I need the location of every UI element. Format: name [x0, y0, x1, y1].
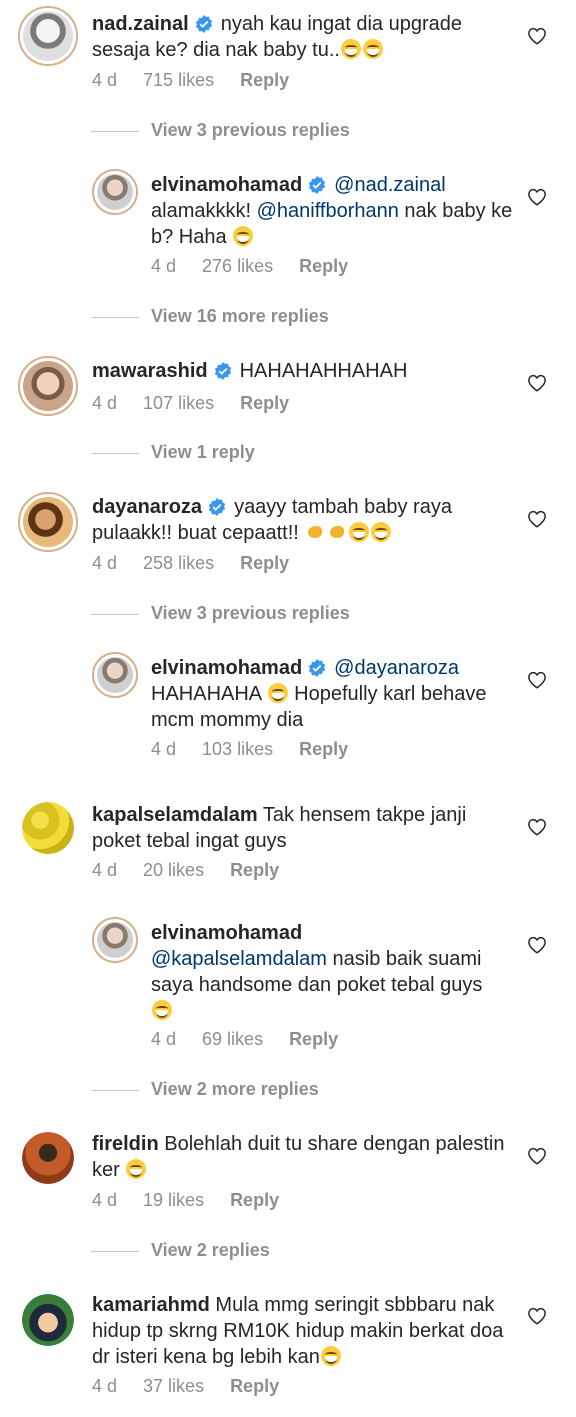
divider: [91, 1090, 139, 1091]
divider: [91, 1251, 139, 1252]
heart-outline-icon[interactable]: [527, 818, 547, 836]
mention-link[interactable]: @kapalselamdalam: [151, 948, 327, 970]
comment-text: dayanaroza yaayy tambah baby raya pulaakk…: [92, 496, 452, 544]
reply-button[interactable]: Reply: [230, 1190, 279, 1211]
avatar[interactable]: [18, 492, 78, 552]
grin-emoji-icon: [267, 683, 288, 703]
comment-age: 4 d: [92, 860, 118, 880]
likes-count[interactable]: 19 likes: [143, 1190, 204, 1211]
comment-meta: 4 d 107 likes Reply: [92, 393, 315, 414]
avatar[interactable]: [22, 1132, 74, 1184]
reply-button[interactable]: Reply: [230, 1376, 279, 1397]
grin-emoji-icon: [320, 1346, 341, 1366]
username[interactable]: mawarashid: [92, 360, 208, 382]
comment-age: 4 d: [151, 739, 177, 759]
grin-emoji-icon: [233, 226, 254, 246]
heart-outline-icon[interactable]: [527, 671, 547, 689]
username[interactable]: dayanaroza: [92, 496, 202, 518]
comment-meta: 4 d 19 likes Reply: [92, 1190, 305, 1211]
divider: [91, 453, 139, 454]
username[interactable]: nad.zainal: [92, 13, 189, 35]
avatar[interactable]: [22, 802, 74, 854]
heart-outline-icon[interactable]: [527, 1307, 547, 1325]
reply-button[interactable]: Reply: [240, 70, 289, 91]
grin-emoji-icon: [362, 39, 383, 59]
comment-age: 4 d: [151, 1029, 177, 1049]
comment-meta: 4 d 69 likes Reply: [151, 1029, 364, 1050]
reply-button[interactable]: Reply: [230, 860, 279, 881]
comment-text: mawarashid HAHAHAHHAHAH: [92, 360, 408, 382]
reply-button[interactable]: Reply: [240, 553, 289, 574]
username[interactable]: elvinamohamad: [151, 922, 302, 944]
reply-button[interactable]: Reply: [289, 1029, 338, 1050]
avatar[interactable]: [18, 6, 78, 66]
heart-outline-icon[interactable]: [527, 1147, 547, 1165]
sweat-smile-emoji-icon: [126, 1159, 147, 1179]
likes-count[interactable]: 107 likes: [143, 393, 214, 414]
comment-age: 4 d: [151, 256, 177, 276]
likes-count[interactable]: 715 likes: [143, 70, 214, 91]
heart-outline-icon[interactable]: [527, 188, 547, 206]
username[interactable]: elvinamohamad: [151, 174, 302, 196]
comment-meta: 4 d 276 likes Reply: [151, 256, 374, 277]
avatar[interactable]: [18, 356, 78, 416]
avatar[interactable]: [92, 169, 138, 215]
likes-count[interactable]: 258 likes: [143, 553, 214, 574]
likes-count[interactable]: 276 likes: [202, 256, 273, 277]
divider: [91, 131, 139, 132]
verified-badge-icon: [195, 15, 213, 33]
comment-meta: 4 d 715 likes Reply: [92, 70, 315, 91]
avatar[interactable]: [92, 652, 138, 698]
mention-link[interactable]: @haniffborhann: [257, 200, 399, 222]
username[interactable]: fireldin: [92, 1133, 159, 1155]
reply-button[interactable]: Reply: [240, 393, 289, 414]
divider: [91, 317, 139, 318]
flexed-biceps-emoji-icon: [306, 523, 324, 541]
username[interactable]: kapalselamdalam: [92, 804, 258, 826]
verified-badge-icon: [208, 498, 226, 516]
comment-age: 4 d: [92, 1190, 118, 1210]
comment-text: elvinamohamad @kapalselamdalam nasib baik…: [151, 920, 516, 1024]
heart-outline-icon[interactable]: [527, 27, 547, 45]
comment-age: 4 d: [92, 70, 118, 90]
comment-text: elvinamohamad @dayanaroza HAHAHAHA Hopefu…: [151, 657, 487, 731]
heart-outline-icon[interactable]: [527, 936, 547, 954]
likes-count[interactable]: 69 likes: [202, 1029, 263, 1050]
mention-link[interactable]: @dayanaroza: [334, 657, 459, 679]
comment-meta: 4 d 20 likes Reply: [92, 860, 305, 881]
likes-count[interactable]: 20 likes: [143, 860, 204, 881]
reply-button[interactable]: Reply: [299, 256, 348, 277]
comment-age: 4 d: [92, 393, 118, 413]
heart-outline-icon[interactable]: [527, 510, 547, 528]
avatar[interactable]: [22, 1294, 74, 1346]
divider: [91, 614, 139, 615]
heart-outline-icon[interactable]: [527, 374, 547, 392]
comment-text: fireldin Bolehlah duit tu share dengan p…: [92, 1133, 505, 1181]
grin-emoji-icon: [371, 522, 392, 542]
comment-text: nad.zainal nyah kau ingat dia upgrade ses…: [92, 13, 463, 61]
comment-meta: 4 d 37 likes Reply: [92, 1376, 305, 1397]
verified-badge-icon: [214, 362, 232, 380]
flexed-biceps-emoji-icon: [328, 523, 346, 541]
comment-meta: 4 d 258 likes Reply: [92, 553, 315, 574]
avatar[interactable]: [92, 917, 138, 963]
reply-button[interactable]: Reply: [299, 739, 348, 760]
username[interactable]: kamariahmd: [92, 1294, 210, 1316]
likes-count[interactable]: 103 likes: [202, 739, 273, 760]
likes-count[interactable]: 37 likes: [143, 1376, 204, 1397]
comment-text: elvinamohamad @nad.zainal alamakkkk! @han…: [151, 174, 513, 248]
mention-link[interactable]: @nad.zainal: [334, 174, 445, 196]
comment-meta: 4 d 103 likes Reply: [151, 739, 374, 760]
username[interactable]: elvinamohamad: [151, 657, 302, 679]
grin-emoji-icon: [349, 522, 370, 542]
grin-emoji-icon: [340, 39, 361, 59]
comment-text: kamariahmd Mula mmg seringit sbbbaru nak…: [92, 1294, 504, 1368]
verified-badge-icon: [308, 176, 326, 194]
comment-text: kapalselamdalam Tak hensem takpe janji p…: [92, 804, 467, 852]
grin-emoji-icon: [152, 1000, 172, 1020]
verified-badge-icon: [308, 659, 326, 677]
comment-age: 4 d: [92, 1376, 118, 1396]
comment-age: 4 d: [92, 553, 118, 573]
